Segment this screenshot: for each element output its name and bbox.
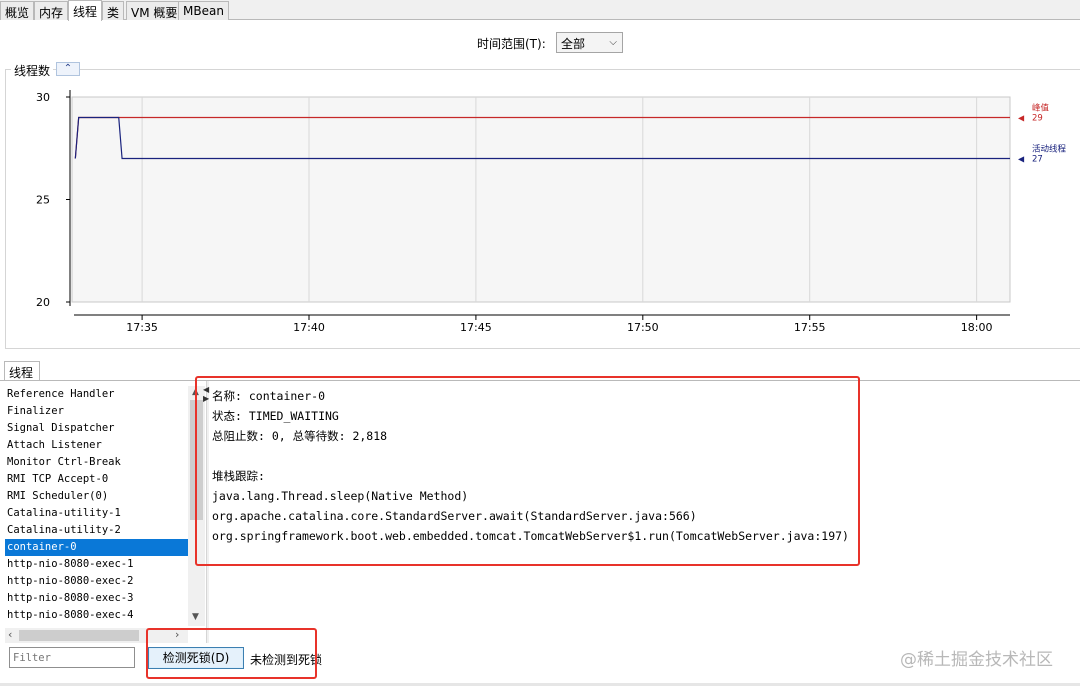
- scroll-down-icon[interactable]: ▼: [192, 612, 199, 622]
- thread-list-item[interactable]: http-nio-8080-exec-1: [5, 556, 188, 573]
- series-value-label: 27: [1032, 155, 1043, 165]
- thread-list-item[interactable]: Signal Dispatcher: [5, 420, 188, 437]
- y-tick-label: 20: [36, 296, 50, 309]
- thread-list-item[interactable]: Monitor Ctrl-Break: [5, 454, 188, 471]
- thread-list-item[interactable]: RMI TCP Accept-0: [5, 471, 188, 488]
- thread-list-item[interactable]: http-nio-8080-exec-4: [5, 607, 188, 624]
- x-tick-label: 17:45: [460, 321, 492, 334]
- scroll-thumb[interactable]: [19, 630, 139, 641]
- thread-list-item[interactable]: Catalina-utility-2: [5, 522, 188, 539]
- thread-list-item[interactable]: container-0: [5, 539, 188, 556]
- plot-area: [71, 96, 1011, 303]
- series-value-label: 29: [1032, 114, 1043, 124]
- thread-list-item[interactable]: http-nio-8080-exec-2: [5, 573, 188, 590]
- annotation-highlight-details: [195, 376, 860, 566]
- x-tick-label: 17:50: [627, 321, 659, 334]
- x-tick-label: 17:40: [293, 321, 325, 334]
- watermark: @稀土掘金技术社区: [900, 650, 1053, 670]
- thread-list[interactable]: Reference Handler Finalizer Signal Dispatc…: [5, 386, 188, 626]
- annotation-highlight-deadlock: [146, 628, 317, 679]
- y-tick-label: 25: [36, 194, 50, 207]
- legend-entry: 峰值: [1032, 103, 1050, 114]
- x-tick-label: 18:00: [961, 321, 993, 334]
- x-tick-label: 17:35: [126, 321, 158, 334]
- thread-list-item[interactable]: Finalizer: [5, 403, 188, 420]
- thread-list-item[interactable]: Attach Listener: [5, 437, 188, 454]
- scroll-left-icon[interactable]: ‹: [8, 628, 12, 641]
- filter-input[interactable]: [9, 647, 135, 668]
- thread-list-item[interactable]: Catalina-utility-1: [5, 505, 188, 522]
- thread-count-chart: 30252017:35 17:40 17:45 17:50 17:55 18:00◀峰值2…: [36, 90, 1067, 334]
- thread-list-item[interactable]: http-nio-8080-exec-3: [5, 590, 188, 607]
- thread-list-item[interactable]: RMI Scheduler(0): [5, 488, 188, 505]
- y-tick-label: 30: [36, 91, 50, 104]
- series-marker: ◀: [1018, 114, 1025, 123]
- x-tick-label: 17:55: [794, 321, 826, 334]
- thread-list-item[interactable]: Reference Handler: [5, 386, 188, 403]
- legend-entry: 活动线程: [1032, 144, 1067, 155]
- series-marker: ◀: [1018, 155, 1025, 164]
- tab-thread-list[interactable]: 线程: [4, 361, 40, 381]
